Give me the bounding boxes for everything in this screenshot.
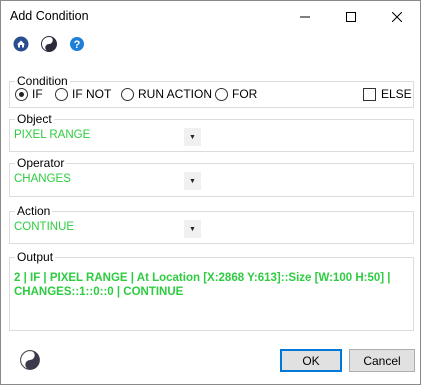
cancel-button[interactable]: Cancel [349, 349, 415, 372]
home-icon[interactable] [13, 36, 29, 52]
object-group: Object PIXEL RANGE ▼ [9, 112, 414, 152]
chevron-down-icon: ▼ [189, 225, 196, 233]
title-bar: Add Condition [1, 1, 420, 32]
operator-dropdown-arrow[interactable]: ▼ [184, 172, 201, 190]
action-select[interactable]: CONTINUE [14, 221, 74, 233]
action-dropdown-arrow[interactable]: ▼ [184, 220, 201, 238]
radio-run-action-label: RUN ACTION [138, 87, 213, 101]
chevron-down-icon: ▼ [189, 177, 196, 185]
radio-run-action-button[interactable] [121, 87, 134, 101]
radio-if-not-button[interactable] [55, 87, 68, 101]
ok-button[interactable]: OK [280, 349, 342, 372]
action-label: Action [15, 204, 53, 218]
radio-for-label: FOR [232, 87, 258, 101]
radio-if-label: IF [32, 87, 43, 101]
operator-group: Operator CHANGES ▼ [9, 156, 414, 197]
maximize-button[interactable] [328, 1, 374, 32]
close-icon [392, 11, 402, 22]
object-label: Object [15, 112, 54, 126]
object-dropdown-arrow[interactable]: ▼ [184, 128, 201, 146]
output-group: Output 2 | IF | PIXEL RANGE | At Locatio… [9, 250, 414, 331]
else-checkbox-box[interactable] [363, 87, 376, 101]
else-checkbox[interactable]: ELSE [363, 87, 412, 101]
output-text: 2 | IF | PIXEL RANGE | At Location [X:28… [14, 272, 391, 298]
radio-for-button[interactable] [215, 87, 228, 101]
minimize-icon [300, 16, 310, 17]
object-select[interactable]: PIXEL RANGE [14, 129, 90, 141]
action-group: Action CONTINUE ▼ [9, 204, 414, 244]
else-checkbox-label: ELSE [381, 87, 412, 101]
radio-if-button[interactable] [15, 87, 28, 101]
chevron-down-icon: ▼ [189, 133, 196, 141]
add-condition-dialog: Add Condition ? Condition IF IF NOT RUN … [0, 0, 421, 385]
radio-if-not-label: IF NOT [72, 87, 112, 101]
output-label: Output [15, 250, 56, 264]
condition-label: Condition [15, 74, 70, 88]
help-icon[interactable]: ? [69, 36, 85, 52]
yin-yang-icon[interactable] [20, 350, 40, 370]
operator-select[interactable]: CHANGES [14, 173, 71, 185]
radio-for[interactable]: FOR [215, 87, 257, 101]
operator-label: Operator [15, 156, 67, 170]
yin-yang-icon[interactable] [41, 36, 57, 52]
radio-if[interactable]: IF [15, 87, 43, 101]
close-button[interactable] [374, 1, 420, 32]
radio-run-action[interactable]: RUN ACTION [121, 87, 212, 101]
maximize-icon [346, 11, 356, 22]
minimize-button[interactable] [282, 1, 328, 32]
radio-if-not[interactable]: IF NOT [55, 87, 111, 101]
svg-text:?: ? [74, 39, 81, 51]
condition-group: Condition IF IF NOT RUN ACTION FOR ELSE [9, 74, 414, 108]
window-title: Add Condition [10, 9, 89, 23]
